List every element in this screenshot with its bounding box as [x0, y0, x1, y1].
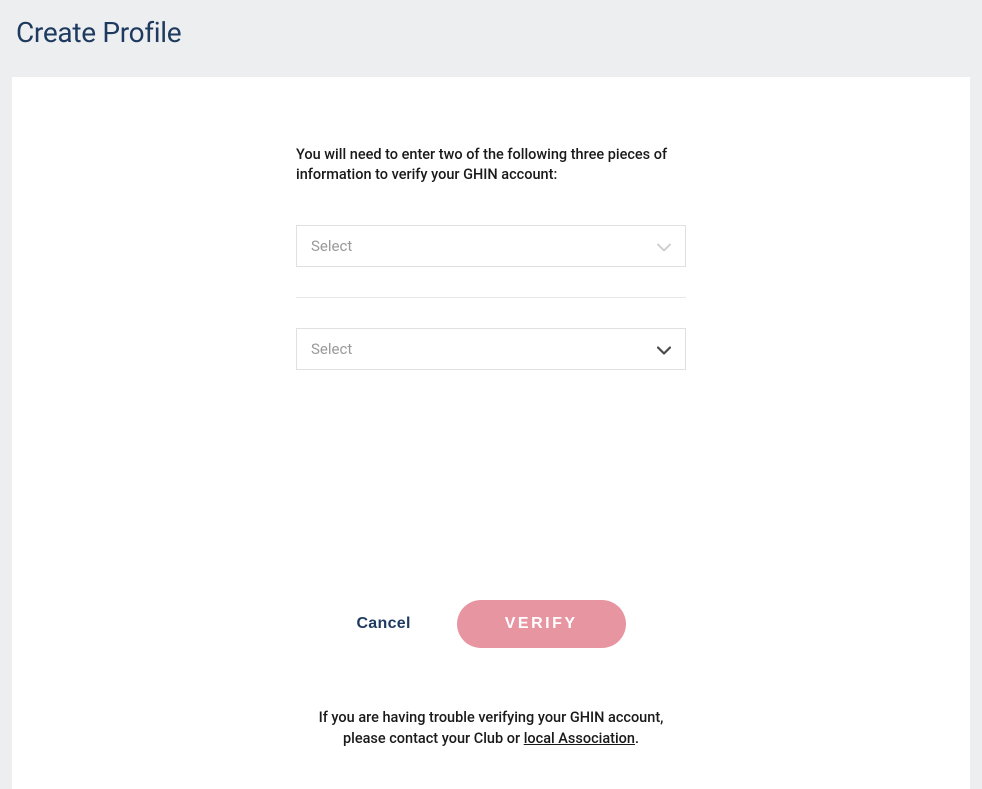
chevron-down-icon	[657, 237, 671, 256]
button-row: Cancel VERIFY	[296, 600, 686, 648]
help-text: If you are having trouble verifying your…	[296, 708, 686, 749]
help-line-2-suffix: .	[635, 730, 639, 747]
help-line-1: If you are having trouble verifying your…	[319, 709, 664, 726]
select-placeholder: Select	[311, 340, 352, 358]
spacer	[296, 370, 686, 600]
select-placeholder: Select	[311, 237, 352, 255]
verify-button[interactable]: VERIFY	[457, 600, 626, 648]
local-association-link[interactable]: local Association	[524, 730, 635, 747]
instruction-text: You will need to enter two of the follow…	[296, 145, 686, 185]
cancel-button[interactable]: Cancel	[356, 615, 410, 633]
verification-select-2[interactable]: Select	[296, 328, 686, 370]
chevron-down-icon	[657, 340, 671, 359]
page-title: Create Profile	[16, 16, 966, 49]
form-content: You will need to enter two of the follow…	[296, 145, 686, 749]
help-line-2-prefix: please contact your Club or	[343, 730, 524, 747]
page-header: Create Profile	[0, 0, 982, 77]
divider	[296, 297, 686, 298]
form-card: You will need to enter two of the follow…	[12, 77, 970, 789]
verification-select-1[interactable]: Select	[296, 225, 686, 267]
